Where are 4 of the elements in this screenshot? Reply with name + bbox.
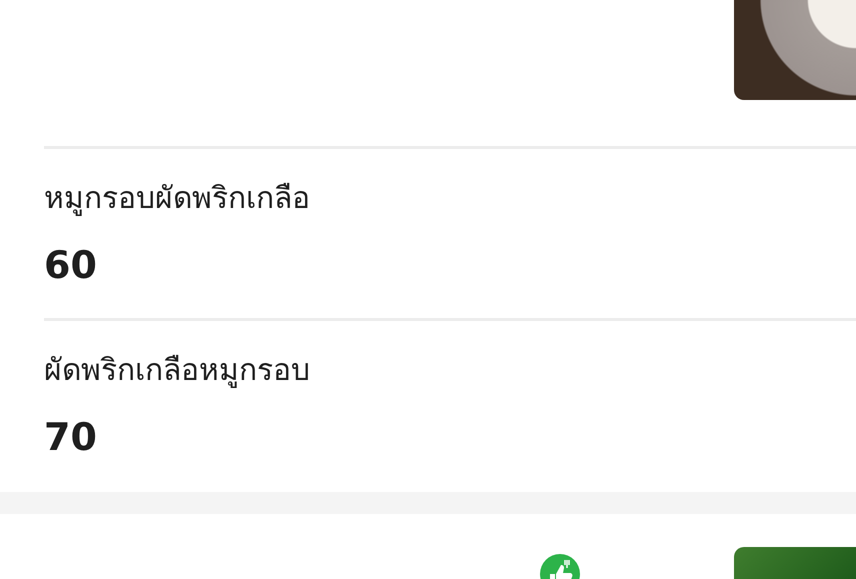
menu-item-name: ผัดพริกเกลือหมูกรอบ	[44, 352, 311, 390]
menu-item-price: 60	[44, 243, 98, 287]
menu-item-price: 70	[44, 415, 98, 459]
menu-item-name: หมูกรอบผัดพริกเกลือ	[44, 180, 311, 218]
